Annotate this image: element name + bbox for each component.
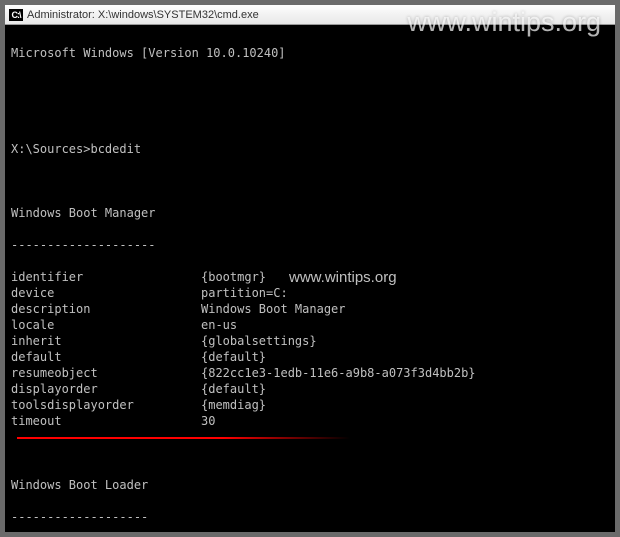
- config-value: Windows Boot Manager: [201, 301, 609, 317]
- cmd-icon: C:\: [9, 9, 23, 21]
- config-value: {822cc1e3-1edb-11e6-a9b8-a073f3d4bb2b}: [201, 365, 609, 381]
- config-value: {default}: [201, 381, 609, 397]
- config-key: timeout: [11, 413, 201, 429]
- config-key: toolsdisplayorder: [11, 397, 201, 413]
- config-value: {memdiag}: [201, 397, 609, 413]
- version-line: Microsoft Windows [Version 10.0.10240]: [11, 45, 609, 61]
- config-row: timeout30: [11, 413, 609, 429]
- config-key: resumeobject: [11, 365, 201, 381]
- window-frame: C:\ Administrator: X:\windows\SYSTEM32\c…: [0, 0, 620, 537]
- config-row: inherit{globalsettings}: [11, 333, 609, 349]
- config-key: description: [11, 301, 201, 317]
- config-value: partition=C:: [201, 285, 609, 301]
- blank-line: [11, 173, 609, 189]
- config-row: devicepartition=C:: [11, 285, 609, 301]
- blank-line: [11, 109, 609, 125]
- blank-line: [11, 77, 609, 93]
- config-row: toolsdisplayorder{memdiag}: [11, 397, 609, 413]
- config-value: en-us: [201, 317, 609, 333]
- config-key: inherit: [11, 333, 201, 349]
- blank-line: [11, 445, 609, 461]
- config-row: descriptionWindows Boot Manager: [11, 301, 609, 317]
- highlight-underline: [17, 437, 350, 439]
- config-key: locale: [11, 317, 201, 333]
- config-row: displayorder{default}: [11, 381, 609, 397]
- watermark-mid: www.wintips.org: [289, 269, 397, 286]
- section-title: Windows Boot Loader: [11, 477, 609, 493]
- config-value: 30: [201, 413, 609, 429]
- config-row: default{default}: [11, 349, 609, 365]
- prompt-line: X:\Sources>bcdedit: [11, 141, 609, 157]
- section-title: Windows Boot Manager: [11, 205, 609, 221]
- config-key: identifier: [11, 269, 201, 285]
- section-dash: --------------------: [11, 237, 609, 253]
- window-title: Administrator: X:\windows\SYSTEM32\cmd.e…: [27, 9, 259, 21]
- config-key: default: [11, 349, 201, 365]
- config-value: {bootmgr}: [201, 269, 609, 285]
- section-dash: -------------------: [11, 509, 609, 525]
- config-row: resumeobject{822cc1e3-1edb-11e6-a9b8-a07…: [11, 365, 609, 381]
- watermark-top: www.wintips.org: [407, 7, 601, 38]
- config-key: device: [11, 285, 201, 301]
- config-key: displayorder: [11, 381, 201, 397]
- config-value: {globalsettings}: [201, 333, 609, 349]
- config-row: localeen-us: [11, 317, 609, 333]
- config-value: {default}: [201, 349, 609, 365]
